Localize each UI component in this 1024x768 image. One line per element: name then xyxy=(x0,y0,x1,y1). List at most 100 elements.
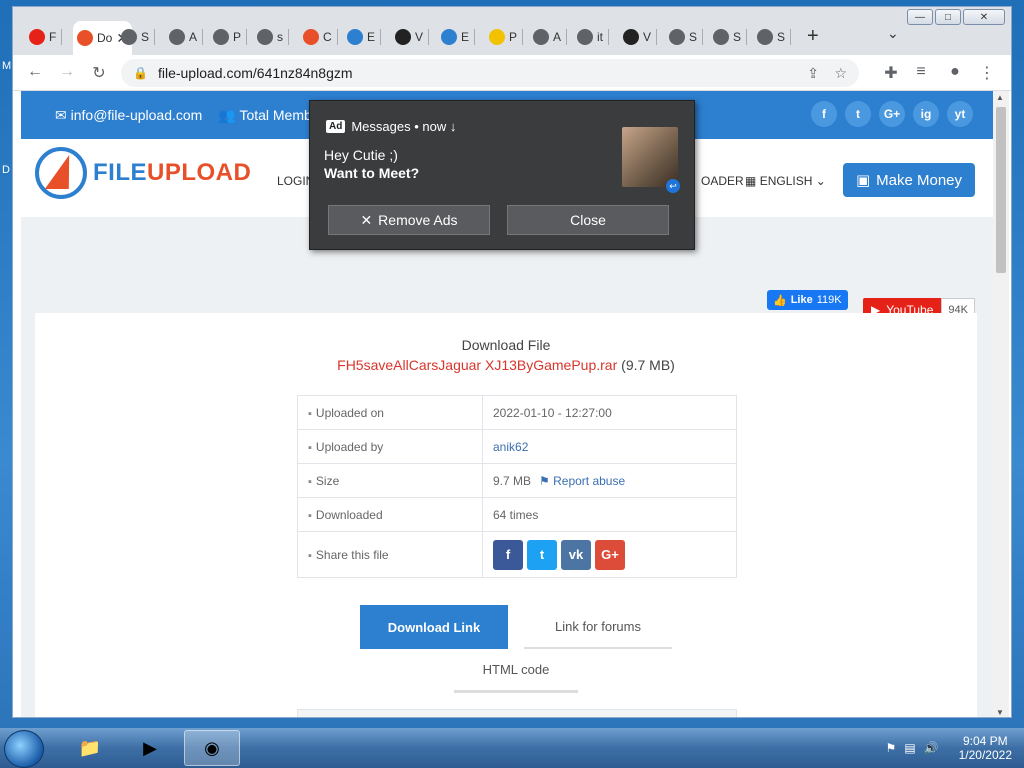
ad-badge: Ad xyxy=(326,120,346,133)
info-label-cell: ▪ Uploaded by xyxy=(297,429,483,464)
tab-label: S xyxy=(689,30,698,44)
tab-9[interactable]: E xyxy=(437,25,476,49)
popup-thumbnail-image[interactable] xyxy=(622,127,678,187)
report-abuse-link[interactable]: ⚑ Report abuse xyxy=(539,474,625,488)
info-label: Uploaded on xyxy=(315,405,384,420)
new-tab-button[interactable]: + xyxy=(807,25,819,48)
file-size: (9.7 MB) xyxy=(621,357,675,373)
fileupload-logo[interactable]: FILEUPLOAD xyxy=(35,147,251,199)
language-selector[interactable]: ▦ ENGLISH ⌄ xyxy=(745,174,826,188)
share-vk-button[interactable]: vk xyxy=(561,539,591,570)
tab-0[interactable]: F xyxy=(25,25,63,49)
info-row: ▪ Uploaded on 2022-01-10 - 12:27:00 xyxy=(297,395,737,430)
email-link[interactable]: ✉ info@file-upload.com xyxy=(55,107,202,124)
info-label: Size xyxy=(315,473,340,488)
nav-uploader[interactable]: OADER xyxy=(701,174,744,188)
tab-6[interactable]: C xyxy=(299,25,338,49)
tab-12[interactable]: it xyxy=(573,25,609,49)
info-row: ▪ Size 9.7 MB ⚑ Report abuse xyxy=(297,463,737,498)
reading-list-icon[interactable]: ≡ xyxy=(911,63,931,81)
media-player-taskbar-icon[interactable]: ▶ xyxy=(122,730,178,766)
profile-avatar-icon[interactable]: ● xyxy=(945,63,965,81)
system-tray: ⚑ ▤ 🔊 9:04 PM 1/20/2022 xyxy=(886,734,1012,762)
facebook-like-button[interactable]: 👍 Like 119K xyxy=(767,290,848,310)
info-label: Share this file xyxy=(315,547,389,562)
file-name: FH5saveAllCarsJaguar XJ13ByGamePup.rar xyxy=(337,357,618,373)
start-button[interactable] xyxy=(4,730,44,768)
scroll-up-icon[interactable]: ▲ xyxy=(996,93,1004,102)
tab-7[interactable]: E xyxy=(343,25,382,49)
download-link-button[interactable]: Download Link xyxy=(360,605,508,649)
share-twitter-button[interactable]: t xyxy=(527,539,557,570)
info-label: Uploaded by xyxy=(315,439,384,454)
popup-close-button[interactable]: Close xyxy=(507,205,669,235)
tab-5[interactable]: s xyxy=(253,25,289,49)
instagram-icon[interactable]: ig xyxy=(913,101,939,127)
twitter-icon[interactable]: t xyxy=(845,101,871,127)
share-page-icon[interactable]: ⇪ xyxy=(807,65,819,82)
tab-11[interactable]: A xyxy=(529,25,568,49)
scroll-down-icon[interactable]: ▼ xyxy=(996,708,1004,717)
tab-4[interactable]: P xyxy=(209,25,248,49)
info-value: 2022-01-10 - 12:27:00 xyxy=(493,405,612,420)
tab-8[interactable]: V xyxy=(391,25,430,49)
url-text: file-upload.com/641nz84n8gzm xyxy=(157,65,353,81)
reload-icon[interactable]: ↻ xyxy=(89,63,109,83)
scroll-thumb[interactable] xyxy=(996,107,1006,273)
chrome-taskbar-icon[interactable]: ◉ xyxy=(184,730,240,766)
info-row: ▪ Uploaded by anik62 xyxy=(297,429,737,464)
ad-notification-popup: Ad Messages • now ↓ Hey Cutie ;) Want to… xyxy=(309,100,695,250)
forward-arrow-icon[interactable]: → xyxy=(57,63,77,81)
volume-icon[interactable]: 🔊 xyxy=(924,741,939,755)
logo-text-file: FILE xyxy=(93,159,147,186)
close-window-button[interactable]: ✕ xyxy=(963,9,1005,25)
code-textbox[interactable] xyxy=(297,709,737,717)
make-money-button[interactable]: ▣ Make Money xyxy=(843,163,975,197)
file-info-table: ▪ Uploaded on 2022-01-10 - 12:27:00 ▪ Upload… xyxy=(297,395,737,578)
tab-16[interactable]: S xyxy=(753,25,792,49)
html-code-tab[interactable]: HTML code xyxy=(454,649,578,693)
page-scrollbar[interactable]: ▲ ▼ xyxy=(993,91,1009,717)
clock[interactable]: 9:04 PM 1/20/2022 xyxy=(959,734,1012,762)
download-title: Download File xyxy=(461,337,551,353)
tab-search-chevron-icon[interactable]: ⌄ xyxy=(887,25,899,42)
link-for-forums-tab[interactable]: Link for forums xyxy=(524,605,672,649)
google-plus-icon[interactable]: G+ xyxy=(879,101,905,127)
info-value-cell: f t vk G+ xyxy=(482,531,737,578)
facebook-icon[interactable]: f xyxy=(811,101,837,127)
uploader-link[interactable]: anik62 xyxy=(493,440,528,454)
tab-13[interactable]: V xyxy=(619,25,658,49)
minimize-button[interactable]: — xyxy=(907,9,933,25)
download-panel: Download File FH5saveAllCarsJaguar XJ13B… xyxy=(35,313,977,717)
thumbs-up-icon: 👍 xyxy=(773,294,787,307)
menu-dots-icon[interactable]: ⋮ xyxy=(977,63,997,83)
total-members: 👥 Total Membe xyxy=(218,107,320,123)
back-arrow-icon[interactable]: ← xyxy=(25,63,45,81)
logo-mark-icon xyxy=(35,147,87,199)
extensions-puzzle-icon[interactable]: ✚ xyxy=(881,63,901,83)
tab-15[interactable]: S xyxy=(709,25,748,49)
tab-separator xyxy=(336,29,338,45)
tab-strip: FDo✕SAPsCEVEPAitVSSS + ⌄ — □ ✕ xyxy=(13,7,1011,55)
share-icon: ▪ xyxy=(308,549,312,562)
share-google-plus-button[interactable]: G+ xyxy=(595,539,625,570)
file-name-line: FH5saveAllCarsJaguar XJ13ByGamePup.rar (… xyxy=(35,357,977,373)
bookmark-star-icon[interactable]: ☆ xyxy=(834,65,847,82)
maximize-button[interactable]: □ xyxy=(935,9,961,25)
tab-14[interactable]: S xyxy=(665,25,704,49)
youtube-icon[interactable]: yt xyxy=(947,101,973,127)
tab-2[interactable]: S xyxy=(117,25,156,49)
tab-10[interactable]: P xyxy=(485,25,524,49)
desktop-icon-label: D xyxy=(2,164,10,176)
tab-label: S xyxy=(777,30,786,44)
address-bar[interactable]: 🔒 file-upload.com/641nz84n8gzm ⇪ ☆ xyxy=(121,59,859,87)
share-facebook-button[interactable]: f xyxy=(493,539,523,570)
info-value-cell: anik62 xyxy=(482,429,737,464)
network-icon[interactable]: ▤ xyxy=(904,741,915,755)
action-center-icon[interactable]: ⚑ xyxy=(886,741,897,755)
explorer-taskbar-icon[interactable]: 📁 xyxy=(62,730,118,766)
wave-icon xyxy=(395,29,411,45)
remove-ads-button[interactable]: ✕ Remove Ads xyxy=(328,205,490,235)
tab-3[interactable]: A xyxy=(165,25,204,49)
info-value-cell: 64 times xyxy=(482,497,737,532)
